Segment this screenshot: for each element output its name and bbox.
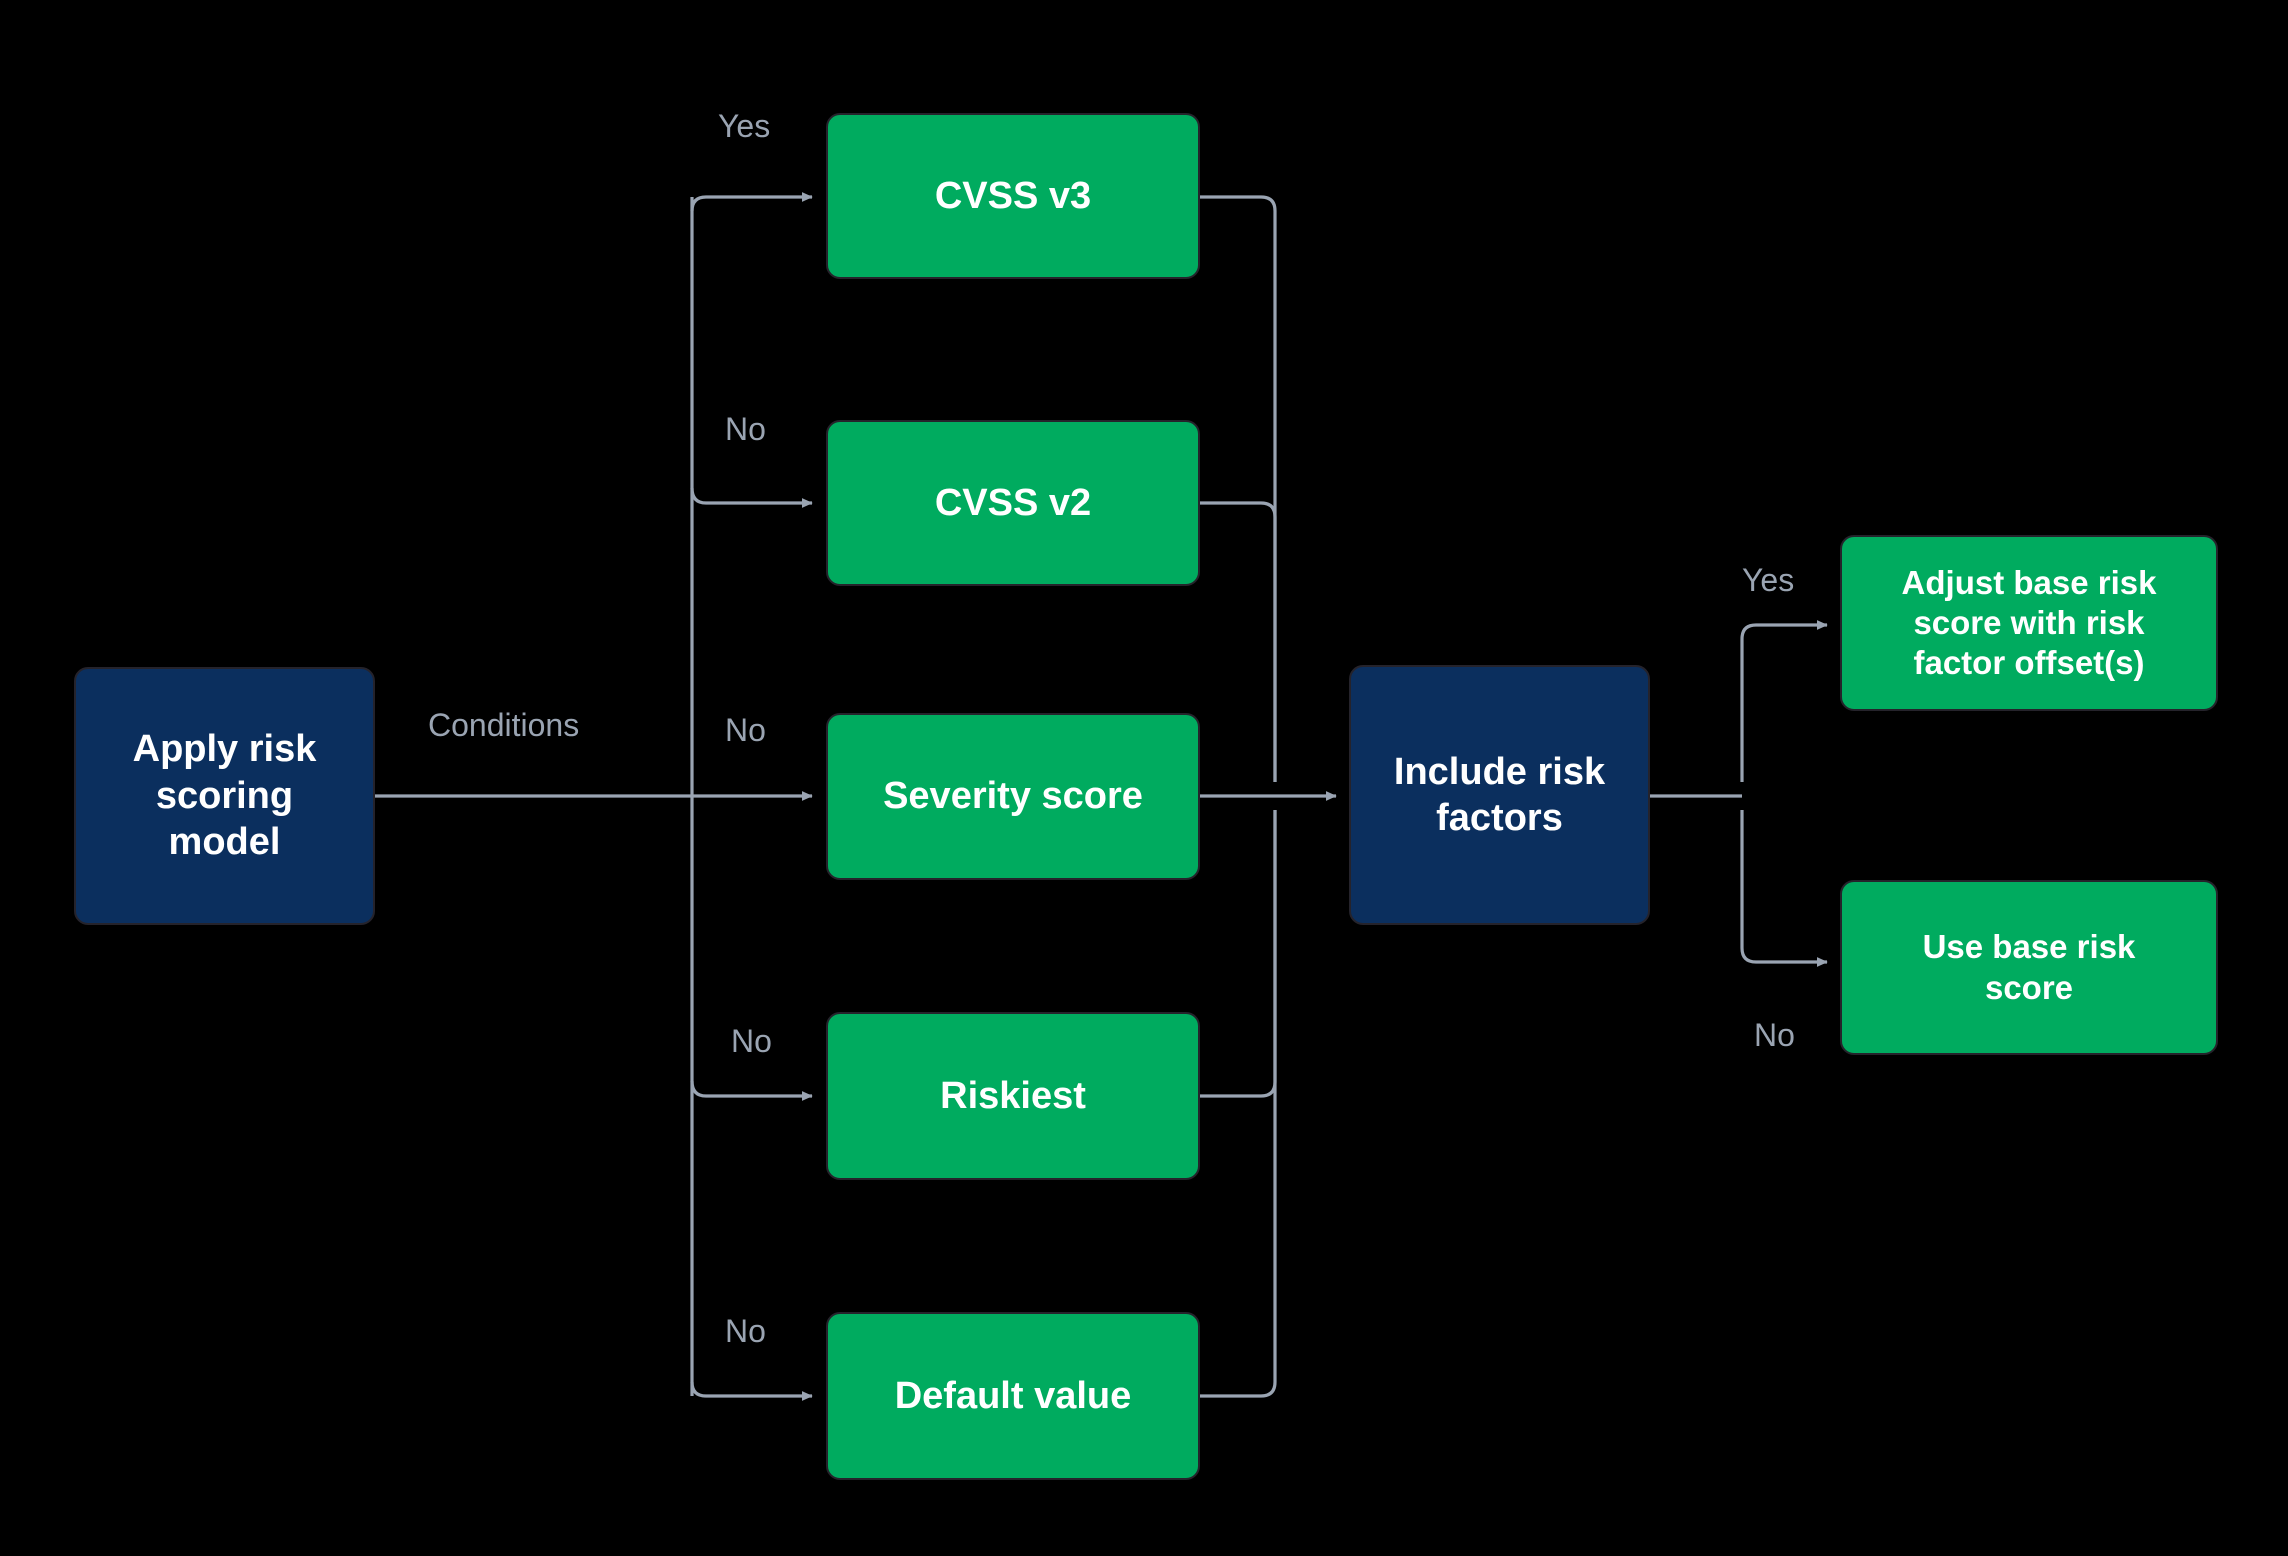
node-severity-score[interactable]: Severity score xyxy=(826,713,1200,880)
edge-trunk-to-riskiest xyxy=(690,1080,813,1101)
node-label: Adjust base risk score with risk factor … xyxy=(1901,563,2157,682)
node-include-risk-factors[interactable]: Include risk factors xyxy=(1349,665,1650,925)
edge-include-to-use-base xyxy=(1740,810,1828,967)
edge-cvss-v3-to-include xyxy=(1200,195,1277,782)
edge-default-value-to-include xyxy=(1200,810,1277,1398)
node-label: Use base risk score xyxy=(1922,928,2136,1006)
edge-label-conditions: Conditions xyxy=(428,707,580,743)
node-label: Severity score xyxy=(883,775,1143,818)
node-label: Default value xyxy=(894,1374,1132,1417)
node-apply-risk-scoring-model[interactable]: Apply risk scoring model xyxy=(74,667,375,925)
node-label: Apply risk scoring model xyxy=(132,728,317,864)
node-riskiest[interactable]: Riskiest xyxy=(826,1012,1200,1180)
node-default-value[interactable]: Default value xyxy=(826,1312,1200,1480)
node-label: CVSS v2 xyxy=(934,481,1092,524)
edge-label-no-severity-score: No xyxy=(725,712,766,748)
edge-riskiest-to-include xyxy=(1200,810,1277,1098)
node-cvss-v2[interactable]: CVSS v2 xyxy=(826,420,1200,586)
node-label: Include risk factors xyxy=(1393,750,1606,839)
node-adjust-base-risk-score[interactable]: Adjust base risk score with risk factor … xyxy=(1840,535,2218,711)
node-label: CVSS v3 xyxy=(934,174,1092,217)
node-use-base-risk-score[interactable]: Use base risk score xyxy=(1840,880,2218,1055)
edge-label-no-riskiest: No xyxy=(731,1023,772,1059)
edge-trunk-to-cvss-v3 xyxy=(690,192,813,212)
edge-label-yes-cvss-v3: Yes xyxy=(718,108,771,144)
edge-include-to-adjust xyxy=(1740,620,1828,782)
edge-trunk-to-cvss-v2 xyxy=(690,487,813,508)
edge-label-no-cvss-v2: No xyxy=(725,411,766,447)
edge-label-yes-adjust: Yes xyxy=(1742,562,1795,598)
flowchart-canvas: Apply risk scoring model CVSS v3 CVSS v2… xyxy=(0,0,2288,1556)
edge-label-no-use-base: No xyxy=(1754,1017,1795,1053)
edge-label-no-default-value: No xyxy=(725,1313,766,1349)
node-label: Riskiest xyxy=(940,1074,1086,1117)
edge-cvss-v2-to-include xyxy=(1200,501,1277,782)
node-cvss-v3[interactable]: CVSS v3 xyxy=(826,113,1200,279)
edge-trunk-to-default-value xyxy=(690,1381,813,1401)
